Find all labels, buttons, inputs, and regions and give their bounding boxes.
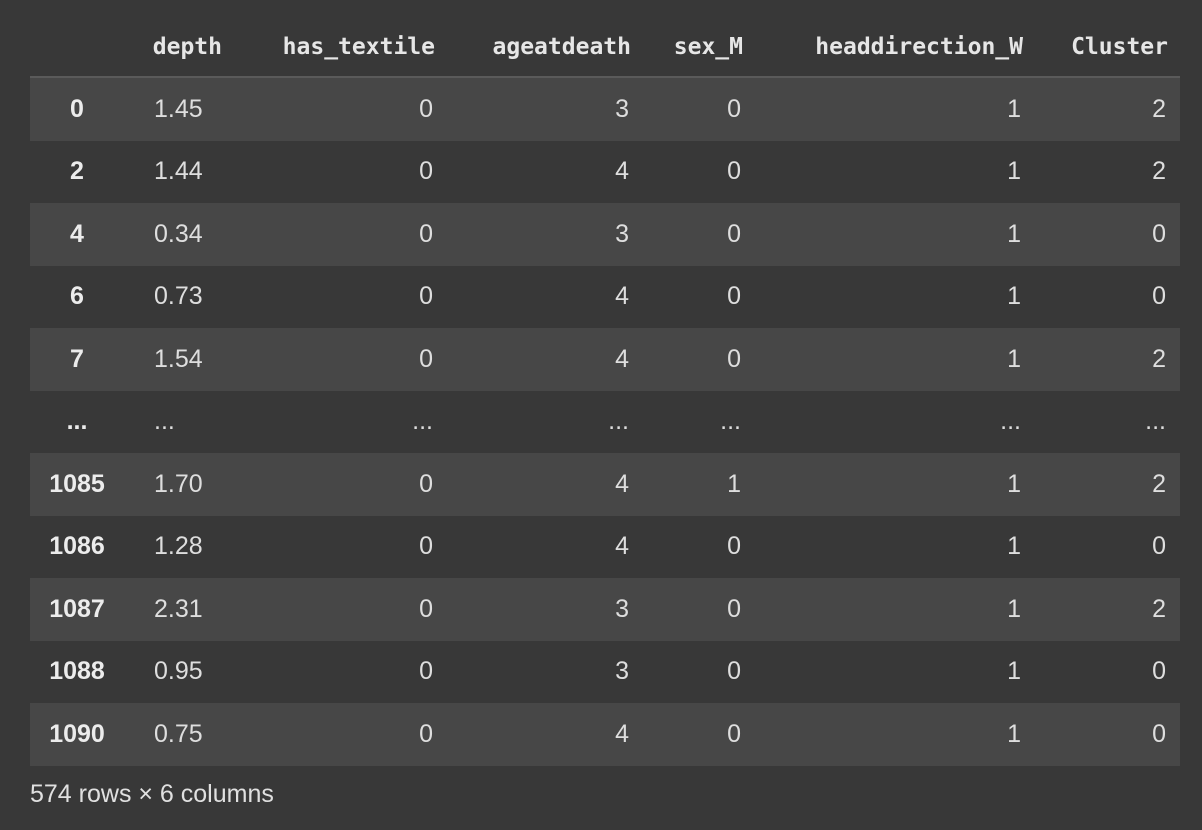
table-cell: 1 xyxy=(755,453,1035,516)
column-header: ageatdeath xyxy=(447,18,643,78)
table-row: 1086 1.28 0 4 0 1 0 xyxy=(30,515,1180,578)
table-cell: 1 xyxy=(755,515,1035,578)
table-cell: 0 xyxy=(643,265,755,328)
table-cell: 1.28 xyxy=(124,515,234,578)
row-index: ... xyxy=(30,390,124,453)
row-index: 4 xyxy=(30,203,124,266)
table-cell: ... xyxy=(447,390,643,453)
table-cell: 0 xyxy=(1035,515,1180,578)
table-cell: 0 xyxy=(643,328,755,391)
table-cell: 2 xyxy=(1035,77,1180,141)
table-cell: 0 xyxy=(234,703,447,766)
table-cell: 1 xyxy=(755,328,1035,391)
table-cell: 2 xyxy=(1035,328,1180,391)
column-header: Cluster xyxy=(1035,18,1180,78)
table-cell: 1.45 xyxy=(124,77,234,141)
table-cell: 4 xyxy=(447,515,643,578)
table-cell: 2.31 xyxy=(124,578,234,641)
row-index: 6 xyxy=(30,265,124,328)
table-cell: 0 xyxy=(1035,203,1180,266)
table-cell: 0 xyxy=(1035,640,1180,703)
table-cell: 0 xyxy=(234,515,447,578)
table-cell: 4 xyxy=(447,703,643,766)
row-index: 1085 xyxy=(30,453,124,516)
table-cell: 1.70 xyxy=(124,453,234,516)
table-cell: ... xyxy=(643,390,755,453)
table-row: 6 0.73 0 4 0 1 0 xyxy=(30,265,1180,328)
table-cell: 0.34 xyxy=(124,203,234,266)
table-cell: 1 xyxy=(755,77,1035,141)
table-cell: 0 xyxy=(234,77,447,141)
table-cell: 0.95 xyxy=(124,640,234,703)
header-row: depth has_textile ageatdeath sex_M headd… xyxy=(30,18,1180,78)
column-header: sex_M xyxy=(643,18,755,78)
table-cell: 0 xyxy=(234,265,447,328)
row-index: 7 xyxy=(30,328,124,391)
column-header: has_textile xyxy=(234,18,447,78)
index-header xyxy=(30,18,124,78)
column-header: headdirection_W xyxy=(755,18,1035,78)
table-cell: 0 xyxy=(234,140,447,203)
column-header: depth xyxy=(124,18,234,78)
row-index: 1088 xyxy=(30,640,124,703)
table-cell: 3 xyxy=(447,640,643,703)
dataframe-output: depth has_textile ageatdeath sex_M headd… xyxy=(30,18,1180,809)
table-cell: 0 xyxy=(643,640,755,703)
table-row: 7 1.54 0 4 0 1 2 xyxy=(30,328,1180,391)
table-cell: 0 xyxy=(234,453,447,516)
table-cell: ... xyxy=(755,390,1035,453)
table-cell: ... xyxy=(1035,390,1180,453)
table-cell: 3 xyxy=(447,77,643,141)
table-cell: 1 xyxy=(755,640,1035,703)
table-cell: 0 xyxy=(643,578,755,641)
table-cell: 4 xyxy=(447,453,643,516)
table-cell: 2 xyxy=(1035,453,1180,516)
table-cell: 0 xyxy=(234,328,447,391)
table-cell: 3 xyxy=(447,578,643,641)
table-cell: 1 xyxy=(755,703,1035,766)
row-index: 0 xyxy=(30,77,124,141)
table-cell: 0 xyxy=(1035,265,1180,328)
table-row: 1085 1.70 0 4 1 1 2 xyxy=(30,453,1180,516)
table-cell: ... xyxy=(124,390,234,453)
table-cell: 0 xyxy=(643,203,755,266)
table-cell: 1 xyxy=(643,453,755,516)
row-index: 1087 xyxy=(30,578,124,641)
table-cell: 1 xyxy=(755,203,1035,266)
table-cell: 0.73 xyxy=(124,265,234,328)
table-cell: 1 xyxy=(755,265,1035,328)
table-cell: 0 xyxy=(234,203,447,266)
row-index: 2 xyxy=(30,140,124,203)
table-cell: 2 xyxy=(1035,140,1180,203)
table-cell: 1 xyxy=(755,578,1035,641)
table-cell: 3 xyxy=(447,203,643,266)
row-index: 1090 xyxy=(30,703,124,766)
table-cell: 2 xyxy=(1035,578,1180,641)
dataframe-shape-caption: 574 rows × 6 columns xyxy=(30,779,274,808)
table-row: 1087 2.31 0 3 0 1 2 xyxy=(30,578,1180,641)
table-row: 2 1.44 0 4 0 1 2 xyxy=(30,140,1180,203)
table-cell: 1 xyxy=(755,140,1035,203)
table-cell: 4 xyxy=(447,140,643,203)
table-cell: 1.54 xyxy=(124,328,234,391)
table-cell: 1.44 xyxy=(124,140,234,203)
table-cell: 0 xyxy=(643,515,755,578)
table-cell: 0 xyxy=(1035,703,1180,766)
table-row: 1090 0.75 0 4 0 1 0 xyxy=(30,703,1180,766)
table-cell: 0 xyxy=(643,77,755,141)
table-row: 0 1.45 0 3 0 1 2 xyxy=(30,77,1180,141)
table-cell: 0 xyxy=(643,703,755,766)
table-cell: 0 xyxy=(643,140,755,203)
table-cell: ... xyxy=(234,390,447,453)
table-cell: 0 xyxy=(234,578,447,641)
table-cell: 0.75 xyxy=(124,703,234,766)
table-cell: 4 xyxy=(447,265,643,328)
dataframe-table: depth has_textile ageatdeath sex_M headd… xyxy=(30,18,1180,766)
row-index: 1086 xyxy=(30,515,124,578)
table-row: 1088 0.95 0 3 0 1 0 xyxy=(30,640,1180,703)
table-cell: 4 xyxy=(447,328,643,391)
table-cell: 0 xyxy=(234,640,447,703)
ellipsis-row: ... ... ... ... ... ... ... xyxy=(30,390,1180,453)
table-row: 4 0.34 0 3 0 1 0 xyxy=(30,203,1180,266)
